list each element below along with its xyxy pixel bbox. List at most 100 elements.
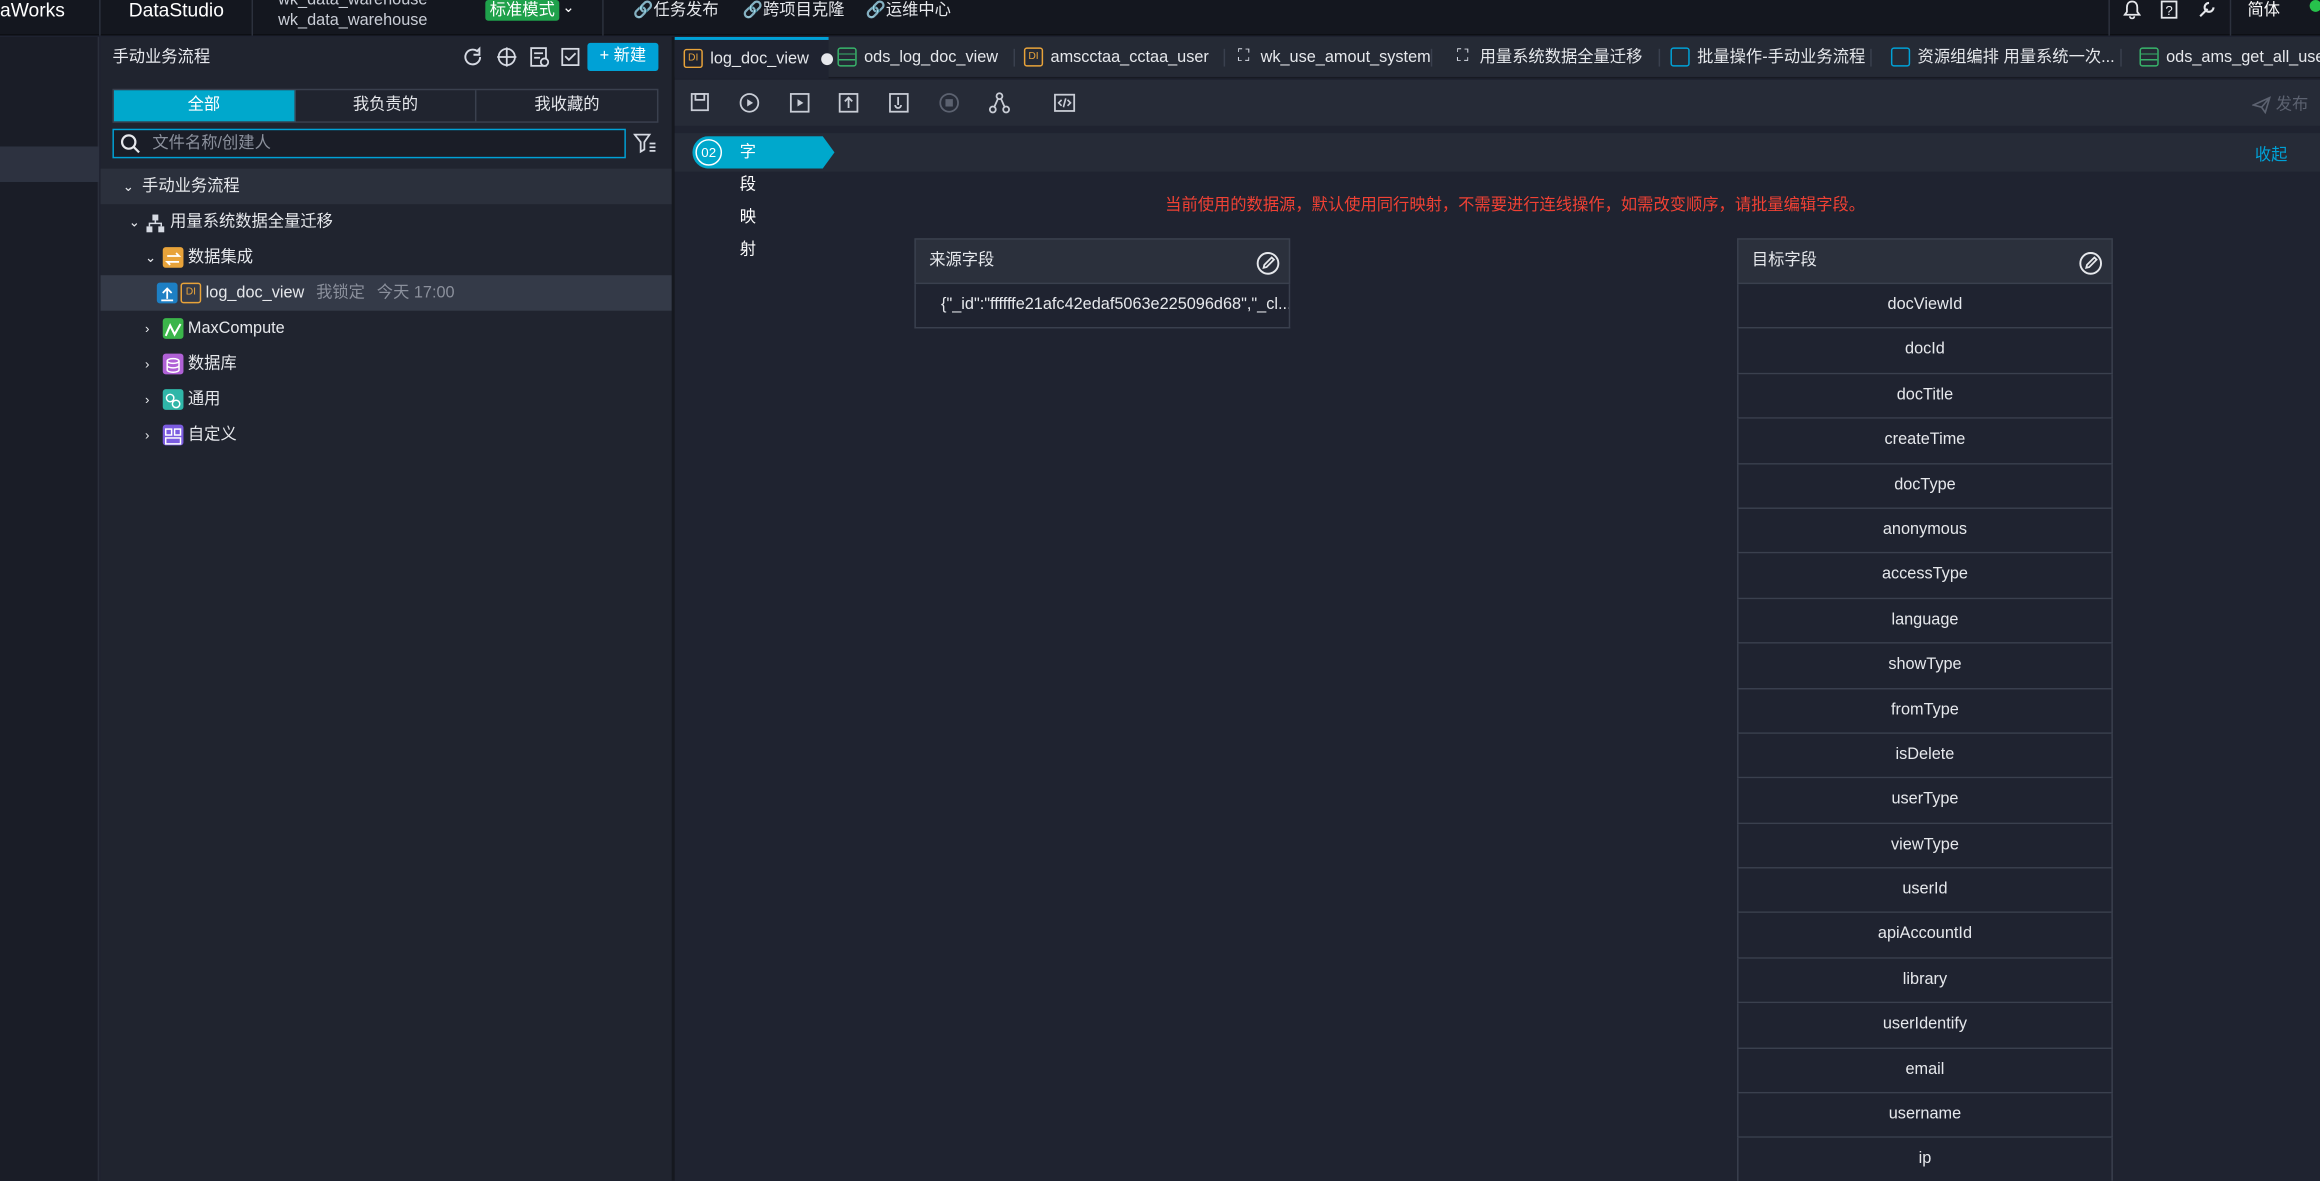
status-dot (2309, 0, 2320, 12)
locate-icon[interactable] (494, 46, 518, 70)
file-tab-amscctaa-cctaa-user[interactable]: DI amscctaa_cctaa_user (1023, 37, 1226, 78)
app-root: aWorks DataStudio wk_data_warehouse wk_d… (0, 0, 2320, 1181)
target-field-row[interactable]: userId (1737, 868, 2113, 914)
target-field-row[interactable]: anonymous (1737, 508, 2113, 554)
batch-icon[interactable] (558, 46, 582, 70)
chevron-right-icon[interactable]: › (145, 417, 149, 453)
target-field-row[interactable]: isDelete (1737, 733, 2113, 779)
search-icon (120, 133, 141, 154)
target-field-row[interactable]: email (1737, 1048, 2113, 1094)
tree-folder-database[interactable]: › 数据库 (101, 346, 672, 382)
chevron-right-icon[interactable]: › (145, 382, 149, 418)
app-title[interactable]: DataStudio (129, 0, 224, 21)
file-tab-usage-migration[interactable]: ⛶ 用量系统数据全量迁移 (1453, 37, 1661, 78)
import-icon[interactable] (527, 46, 551, 70)
edit-icon[interactable] (2079, 250, 2103, 275)
editor-toolbar (674, 79, 2320, 126)
file-tab-bar: DI log_doc_view ods_log_doc_view DI amscct… (674, 36, 2320, 79)
collapse-link[interactable]: 收起 (2255, 142, 2288, 166)
target-field-row[interactable]: showType (1737, 643, 2113, 689)
refresh-icon[interactable] (460, 46, 484, 70)
target-header: 目标字段 (1737, 238, 2113, 285)
target-field-row[interactable]: userIdentify (1737, 1003, 2113, 1049)
target-field-row[interactable]: docTitle (1737, 374, 2113, 419)
svg-text:?: ? (2165, 3, 2172, 18)
panel-title: 手动业务流程 (112, 48, 211, 67)
project-display-name[interactable]: wk_data_warehouse (278, 12, 427, 30)
file-tab-batch-operation[interactable]: 批量操作-手动业务流程 (1670, 37, 1872, 78)
divider (602, 0, 604, 36)
wrench-icon[interactable] (2196, 0, 2217, 21)
nav-ops-center[interactable]: 🔗运维中心 (866, 0, 951, 21)
filter-tabs: 全部 我负责的 我收藏的 (112, 88, 659, 123)
maxcompute-icon (162, 318, 184, 339)
target-field-row[interactable]: docViewId (1737, 284, 2113, 330)
filter-icon[interactable] (632, 132, 657, 156)
source-field-row[interactable]: {"_id":"ffffffe21afc42edaf5063e225096d68… (914, 284, 1291, 330)
file-tab-ods-ams-get-all-user[interactable]: ods_ams_get_all_user_s (2139, 37, 2320, 78)
target-fields-table: 目标字段 docViewId docId docTitle createTime… (1737, 238, 2113, 1181)
divider (99, 0, 101, 36)
target-rows: docViewId docId docTitle createTime docT… (1737, 284, 2113, 1181)
new-button[interactable]: + 新建 (587, 42, 659, 72)
chevron-right-icon[interactable]: › (145, 346, 149, 382)
chevron-down-icon[interactable]: ⌄ (145, 240, 156, 276)
target-field-row[interactable]: accessType (1737, 553, 2113, 599)
tab-favorites[interactable]: 我收藏的 (477, 90, 657, 121)
submit-icon[interactable] (836, 92, 860, 116)
nav-cross-project-clone[interactable]: 🔗跨项目克隆 (743, 0, 845, 21)
code-view-icon[interactable] (1052, 92, 1076, 116)
resource-icon (1890, 46, 1911, 66)
flow-icon: ⛶ (1456, 46, 1469, 65)
file-tab-wk-use-amout-system[interactable]: ⛶ wk_use_amout_system (1234, 37, 1433, 78)
target-field-row[interactable]: language (1737, 598, 2113, 644)
target-field-row[interactable]: ip (1737, 1138, 2113, 1181)
custom-icon (162, 424, 184, 446)
bell-icon[interactable] (2122, 0, 2143, 21)
file-tab-resource-orchestration[interactable]: 资源组编排 用量系统一次... (1890, 37, 2122, 78)
lineage-icon[interactable] (987, 92, 1011, 116)
language-switch[interactable]: 简体 (2248, 0, 2281, 21)
test-run-icon[interactable] (886, 92, 910, 116)
mapping-warning: 当前使用的数据源，默认使用同行映射，不需要进行连线操作，如需改变顺序，请批量编辑… (1165, 196, 1866, 215)
table-icon (2139, 46, 2159, 66)
rail-item-active[interactable] (0, 146, 100, 182)
tree-node-log-doc-view[interactable]: DI log_doc_view 我锁定 今天 17:00 (100, 275, 672, 311)
target-field-row[interactable]: docType (1737, 463, 2113, 509)
batch-icon (1670, 46, 1690, 66)
project-name[interactable]: wk_data_warehouse (278, 0, 427, 9)
step-bar: 02 字段映射 (674, 133, 2320, 259)
file-tab-ods-log-doc-view[interactable]: ods_log_doc_view (837, 37, 1016, 78)
target-field-row[interactable]: library (1737, 958, 2113, 1004)
save-icon[interactable] (688, 92, 712, 116)
unsaved-dot-icon[interactable] (820, 53, 833, 66)
tree-folder-general[interactable]: › 通用 (101, 382, 672, 418)
target-field-row[interactable]: apiAccountId (1737, 913, 2113, 959)
target-field-row[interactable]: docId (1737, 329, 2113, 375)
integration-icon (162, 247, 184, 268)
table-icon (837, 46, 857, 66)
target-field-row[interactable]: userType (1737, 778, 2113, 824)
search-input[interactable] (152, 130, 597, 157)
run-icon[interactable] (737, 92, 761, 116)
tab-all[interactable]: 全部 (113, 90, 296, 122)
nav-task-publish[interactable]: 🔗任务发布 (633, 0, 718, 21)
target-field-row[interactable]: viewType (1737, 823, 2113, 869)
chevron-down-icon[interactable]: ⌄ (562, 0, 574, 16)
tree-group-integration[interactable]: ⌄ 数据集成 (101, 240, 672, 276)
target-field-row[interactable]: fromType (1737, 688, 2113, 734)
run-with-params-icon[interactable] (787, 92, 811, 116)
file-tab-log-doc-view[interactable]: DI log_doc_view (674, 36, 833, 79)
target-field-row[interactable]: username (1737, 1093, 2113, 1139)
tree-folder-maxcompute[interactable]: › MaxCompute (101, 311, 672, 347)
publish-button[interactable]: 发布 (2251, 92, 2308, 116)
chevron-right-icon[interactable]: › (145, 311, 149, 347)
mode-badge: 标准模式 (485, 0, 560, 21)
help-icon[interactable]: ? (2159, 0, 2180, 21)
node-name: log_doc_view (205, 284, 305, 302)
target-field-row[interactable]: createTime (1737, 418, 2113, 464)
tree-folder-custom[interactable]: › 自定义 (101, 417, 672, 453)
di-icon: DI (180, 282, 202, 304)
tab-mine[interactable]: 我负责的 (295, 90, 477, 122)
edit-icon[interactable] (1256, 250, 1280, 275)
